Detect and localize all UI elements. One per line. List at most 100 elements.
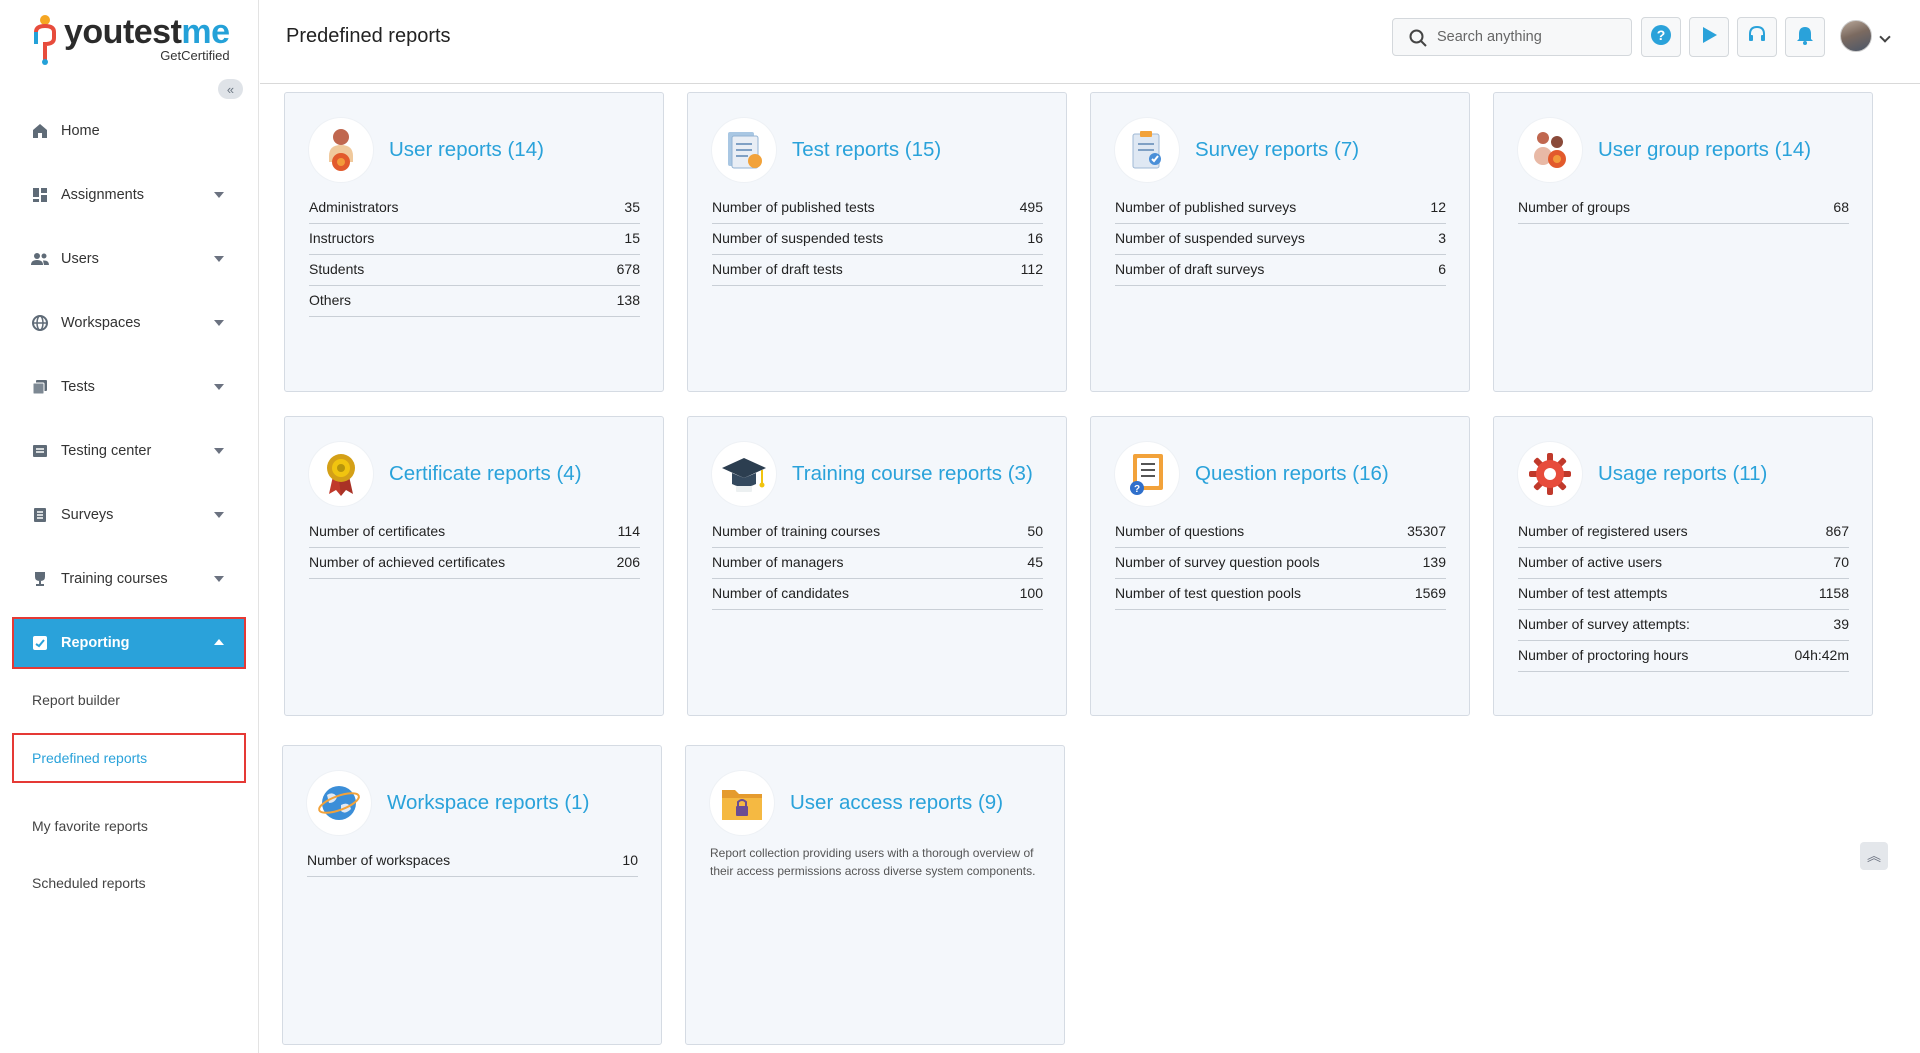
- card-title[interactable]: Training course reports (3): [792, 462, 1033, 486]
- stat-label: Number of workspaces: [307, 852, 451, 868]
- sidebar-item-testing-center[interactable]: Testing center: [14, 427, 244, 475]
- report-card-user-access[interactable]: User access reports (9) Report collectio…: [685, 745, 1065, 1045]
- logo[interactable]: youtestme GetCertified: [32, 14, 230, 74]
- card-title[interactable]: Usage reports (11): [1598, 462, 1767, 486]
- card-title[interactable]: User reports (14): [389, 138, 544, 162]
- stat-label: Number of achieved certificates: [309, 554, 506, 570]
- chevron-down-icon: [214, 192, 224, 198]
- report-card-usage[interactable]: Usage reports (11) Number of registered …: [1493, 416, 1873, 716]
- card-title[interactable]: Test reports (15): [792, 138, 941, 162]
- graduation-cap-icon: [712, 442, 776, 506]
- reporting-icon: [31, 634, 49, 652]
- users-icon: [31, 250, 49, 268]
- chevron-up-icon: [214, 639, 224, 645]
- stat-row: Number of proctoring hours 04h:42m: [1518, 641, 1849, 672]
- sidebar-item-home[interactable]: Home: [14, 107, 244, 155]
- headset-icon: [1747, 25, 1767, 50]
- chevron-down-icon: [214, 576, 224, 582]
- sidebar-item-users[interactable]: Users: [14, 235, 244, 283]
- user-avatar[interactable]: [1840, 20, 1872, 52]
- report-card-test[interactable]: Test reports (15) Number of published te…: [687, 92, 1067, 392]
- stat-label: Number of training courses: [712, 523, 881, 539]
- test-reports-icon: [712, 118, 776, 182]
- stat-label: Number of draft surveys: [1115, 261, 1265, 277]
- stat-row: Number of achieved certificates 206: [309, 548, 640, 579]
- gear-icon: [1518, 442, 1582, 506]
- play-tutorial-button[interactable]: [1689, 17, 1729, 57]
- scroll-to-top-button[interactable]: ︽: [1860, 842, 1888, 870]
- card-title[interactable]: Workspace reports (1): [387, 791, 589, 815]
- sidebar-item-assignments[interactable]: Assignments: [14, 171, 244, 219]
- collapse-sidebar-button[interactable]: «: [218, 79, 243, 99]
- stat-value: 15: [624, 230, 640, 246]
- stat-row: Number of test question pools 1569: [1115, 579, 1446, 610]
- stat-label: Number of candidates: [712, 585, 849, 601]
- user-group-reports-icon: [1518, 118, 1582, 182]
- report-card-user[interactable]: User reports (14) Administrators 35 Instr…: [284, 92, 664, 392]
- sidebar-subitem-label: My favorite reports: [32, 818, 148, 834]
- report-card-certificate[interactable]: Certificate reports (4) Number of certif…: [284, 416, 664, 716]
- stat-value: 1569: [1414, 585, 1446, 601]
- stat-row: Number of training courses 50: [712, 517, 1043, 548]
- globe-icon: [307, 771, 371, 835]
- report-card-workspace[interactable]: Workspace reports (1) Number of workspac…: [282, 745, 662, 1045]
- card-title[interactable]: Question reports (16): [1195, 462, 1389, 486]
- notifications-button[interactable]: [1785, 17, 1825, 57]
- sidebar-item-reporting[interactable]: Reporting: [12, 617, 246, 669]
- stat-label: Number of active users: [1518, 554, 1662, 570]
- brand-name-part2: me: [181, 13, 230, 51]
- page-title: Predefined reports: [286, 25, 451, 47]
- stat-row: Number of suspended surveys 3: [1115, 224, 1446, 255]
- chevron-down-icon[interactable]: [1879, 31, 1891, 43]
- report-card-user-group[interactable]: User group reports (14) Number of groups…: [1493, 92, 1873, 392]
- card-title[interactable]: User group reports (14): [1598, 138, 1811, 162]
- support-button[interactable]: [1737, 17, 1777, 57]
- sidebar-item-label: Home: [61, 123, 100, 139]
- card-title[interactable]: Survey reports (7): [1195, 138, 1359, 162]
- stat-row: Number of draft surveys 6: [1115, 255, 1446, 286]
- stat-label: Number of certificates: [309, 523, 446, 539]
- stat-value: 39: [1833, 616, 1849, 632]
- sidebar-subitem-my-favorite-reports[interactable]: My favorite reports: [14, 803, 244, 849]
- stat-value: 3: [1438, 230, 1446, 246]
- sidebar-item-training-courses[interactable]: Training courses: [14, 555, 244, 603]
- stat-row: Number of managers 45: [712, 548, 1043, 579]
- brand-tagline: GetCertified: [160, 48, 230, 63]
- sidebar-item-surveys[interactable]: Surveys: [14, 491, 244, 539]
- stat-row: Number of published tests 495: [712, 193, 1043, 224]
- svg-text:?: ?: [1134, 484, 1140, 495]
- stat-value: 04h:42m: [1794, 647, 1849, 663]
- chevron-down-icon: [214, 320, 224, 326]
- help-button[interactable]: ?: [1641, 17, 1681, 57]
- stat-row: Administrators 35: [309, 193, 640, 224]
- stat-value: 16: [1027, 230, 1043, 246]
- stat-row: Number of suspended tests 16: [712, 224, 1043, 255]
- sidebar-item-label: Tests: [61, 379, 95, 395]
- stat-value: 206: [616, 554, 640, 570]
- assignments-icon: [31, 186, 49, 204]
- sidebar-subitem-report-builder[interactable]: Report builder: [14, 677, 244, 723]
- globe-icon: [31, 314, 49, 332]
- stat-row: Number of test attempts 1158: [1518, 579, 1849, 610]
- chevron-down-icon: [214, 256, 224, 262]
- bell-icon: [1795, 25, 1815, 50]
- sidebar-subitem-scheduled-reports[interactable]: Scheduled reports: [14, 860, 244, 906]
- stat-label: Number of survey question pools: [1115, 554, 1320, 570]
- report-card-training-course[interactable]: Training course reports (3) Number of tr…: [687, 416, 1067, 716]
- report-card-survey[interactable]: Survey reports (7) Number of published s…: [1090, 92, 1470, 392]
- user-reports-icon: [309, 118, 373, 182]
- sidebar-subitem-predefined-reports[interactable]: Predefined reports: [12, 733, 246, 783]
- stat-row: Instructors 15: [309, 224, 640, 255]
- report-card-question[interactable]: ? Question reports (16) Number of questi…: [1090, 416, 1470, 716]
- stat-label: Number of test question pools: [1115, 585, 1301, 601]
- sidebar-item-workspaces[interactable]: Workspaces: [14, 299, 244, 347]
- stat-row: Number of draft tests 112: [712, 255, 1043, 286]
- card-title[interactable]: User access reports (9): [790, 791, 1003, 815]
- sidebar-item-tests[interactable]: Tests: [14, 363, 244, 411]
- chevron-down-icon: [214, 384, 224, 390]
- sidebar-subitem-label: Scheduled reports: [32, 875, 146, 891]
- card-title[interactable]: Certificate reports (4): [389, 462, 582, 486]
- stat-label: Number of groups: [1518, 199, 1631, 215]
- stat-label: Number of registered users: [1518, 523, 1688, 539]
- search-input[interactable]: Search anything: [1392, 18, 1632, 56]
